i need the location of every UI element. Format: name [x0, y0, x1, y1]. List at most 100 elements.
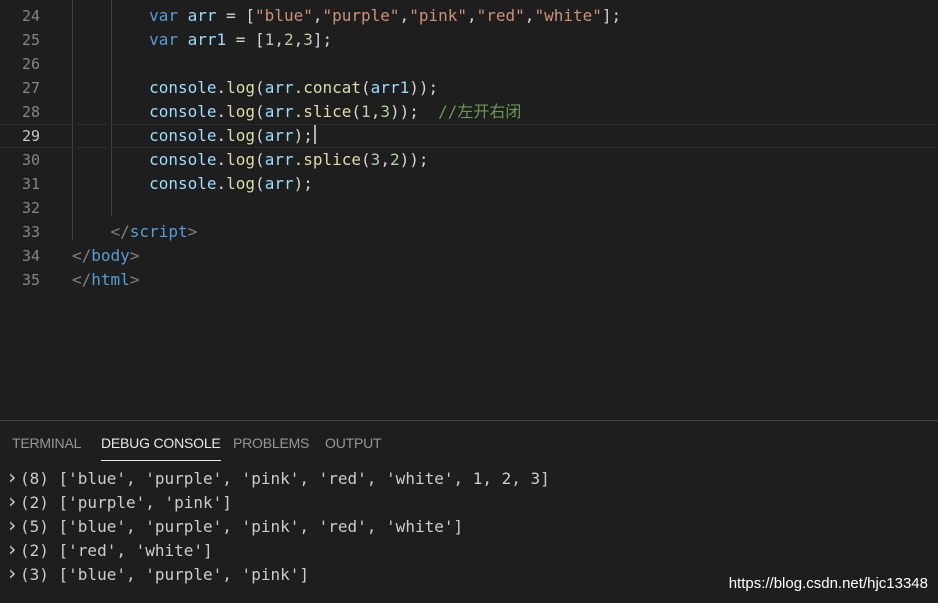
code-line[interactable]: 34 </body>: [0, 244, 938, 268]
code-token: 2: [389, 150, 400, 169]
code-token: >: [129, 246, 140, 265]
array-value: ['purple', 'pink']: [58, 493, 232, 512]
code-text: console.log(arr.slice(1,3)); //左开右闭: [72, 100, 521, 124]
line-number: 25: [21, 31, 40, 49]
code-token: = [: [216, 6, 256, 25]
watermark: https://blog.csdn.net/hjc13348: [728, 575, 928, 592]
code-token: </: [72, 270, 92, 289]
line-number: 24: [21, 7, 40, 25]
code-token: (: [361, 78, 371, 97]
code-token: (: [351, 102, 362, 121]
console-entry[interactable]: › (2) ['red', 'white']: [6, 537, 213, 561]
code-token: //左开右闭: [438, 102, 522, 121]
code-line[interactable]: 35 </html>: [0, 268, 938, 292]
code-text: console.log(arr.concat(arr1));: [72, 76, 438, 100]
code-token: html: [91, 270, 130, 289]
code-line[interactable]: 28 console.log(arr.slice(1,3)); //左开右闭: [0, 100, 938, 124]
code-token: .: [216, 174, 227, 193]
code-token: </: [72, 246, 92, 265]
code-token: splice: [303, 150, 362, 169]
code-line[interactable]: 25 var arr1 = [1,2,3];: [0, 28, 938, 52]
code-token: ,: [274, 30, 284, 49]
code-token: "pink": [409, 6, 467, 25]
line-number: 31: [21, 175, 40, 193]
code-token: log: [226, 78, 256, 97]
code-token: arr: [264, 102, 294, 121]
code-text: var arr = ["blue","purple","pink","red",…: [72, 4, 621, 28]
line-number: 34: [21, 247, 40, 265]
line-number: 26: [21, 55, 40, 73]
console-entry[interactable]: › (8) ['blue', 'purple', 'pink', 'red', '…: [6, 465, 550, 489]
code-text: </html>: [72, 268, 139, 292]
code-token: ));: [399, 150, 429, 169]
code-text: </body>: [72, 244, 139, 268]
code-token: 2: [283, 30, 294, 49]
chevron-right-icon[interactable]: ›: [6, 513, 20, 537]
code-editor[interactable]: 24 var arr = ["blue","purple","pink","re…: [0, 0, 938, 420]
console-entry[interactable]: › (3) ['blue', 'purple', 'pink']: [6, 561, 309, 585]
code-line[interactable]: 32: [0, 196, 938, 220]
tab-terminal[interactable]: TERMINAL: [12, 435, 81, 451]
console-entry[interactable]: › (2) ['purple', 'pink']: [6, 489, 232, 513]
code-line[interactable]: 33 </script>: [0, 220, 938, 244]
code-line[interactable]: 26: [0, 52, 938, 76]
code-line[interactable]: 30 console.log(arr.splice(3,2));: [0, 148, 938, 172]
array-value: ['blue', 'purple', 'pink', 'red', 'white…: [58, 517, 464, 536]
code-line[interactable]: 31 console.log(arr);: [0, 172, 938, 196]
code-token: arr: [264, 126, 294, 145]
code-token: arr: [187, 6, 217, 25]
code-token: concat: [303, 78, 362, 97]
tab-output[interactable]: OUTPUT: [325, 435, 382, 451]
code-line[interactable]: 27 console.log(arr.concat(arr1));: [0, 76, 938, 100]
code-token: </: [110, 222, 130, 241]
code-text: console.log(arr);: [72, 172, 313, 196]
code-token: body: [91, 246, 130, 265]
code-text: console.log(arr.splice(3,2));: [72, 148, 429, 172]
text-cursor: [313, 125, 316, 144]
code-token: arr: [264, 150, 294, 169]
code-token: var: [149, 6, 178, 25]
line-number: 29: [21, 127, 40, 145]
code-token: log: [226, 174, 256, 193]
code-token: console: [149, 126, 217, 145]
code-line[interactable]: 24 var arr = ["blue","purple","pink","re…: [0, 4, 938, 28]
array-length: (2): [20, 493, 59, 512]
chevron-right-icon[interactable]: ›: [6, 465, 20, 489]
code-token: .: [216, 78, 227, 97]
code-token: .: [293, 150, 304, 169]
code-token: console: [149, 174, 217, 193]
code-token: console: [149, 78, 217, 97]
array-value: ['blue', 'purple', 'pink']: [58, 565, 309, 584]
code-token: "purple": [322, 6, 400, 25]
line-number: 28: [21, 103, 40, 121]
code-token: slice: [303, 102, 352, 121]
code-token: ];: [312, 30, 333, 49]
array-value: ['blue', 'purple', 'pink', 'red', 'white…: [58, 469, 550, 488]
code-token: arr: [264, 174, 294, 193]
console-entry[interactable]: › (5) ['blue', 'purple', 'pink', 'red', '…: [6, 513, 463, 537]
code-token: arr1: [187, 30, 227, 49]
tab-problems[interactable]: PROBLEMS: [233, 435, 309, 451]
code-token: .: [216, 126, 227, 145]
code-token: );: [293, 174, 313, 193]
code-token: .: [216, 102, 227, 121]
code-token: 3: [370, 150, 381, 169]
array-length: (8): [20, 469, 59, 488]
code-token: ,: [293, 30, 304, 49]
code-token: (: [361, 150, 371, 169]
code-token: );: [293, 126, 313, 145]
chevron-right-icon[interactable]: ›: [6, 561, 20, 585]
code-token: .: [216, 150, 227, 169]
code-token: = [: [226, 30, 265, 49]
code-line[interactable]: 29 console.log(arr);: [0, 124, 938, 148]
code-token: ,: [370, 102, 381, 121]
code-token: >: [129, 270, 140, 289]
code-token: log: [226, 126, 256, 145]
code-token: var: [149, 30, 178, 49]
line-number: 33: [21, 223, 40, 241]
tab-debug-console[interactable]: DEBUG CONSOLE: [101, 435, 221, 461]
chevron-right-icon[interactable]: ›: [6, 489, 20, 513]
chevron-right-icon[interactable]: ›: [6, 537, 20, 561]
code-token: script: [129, 222, 188, 241]
